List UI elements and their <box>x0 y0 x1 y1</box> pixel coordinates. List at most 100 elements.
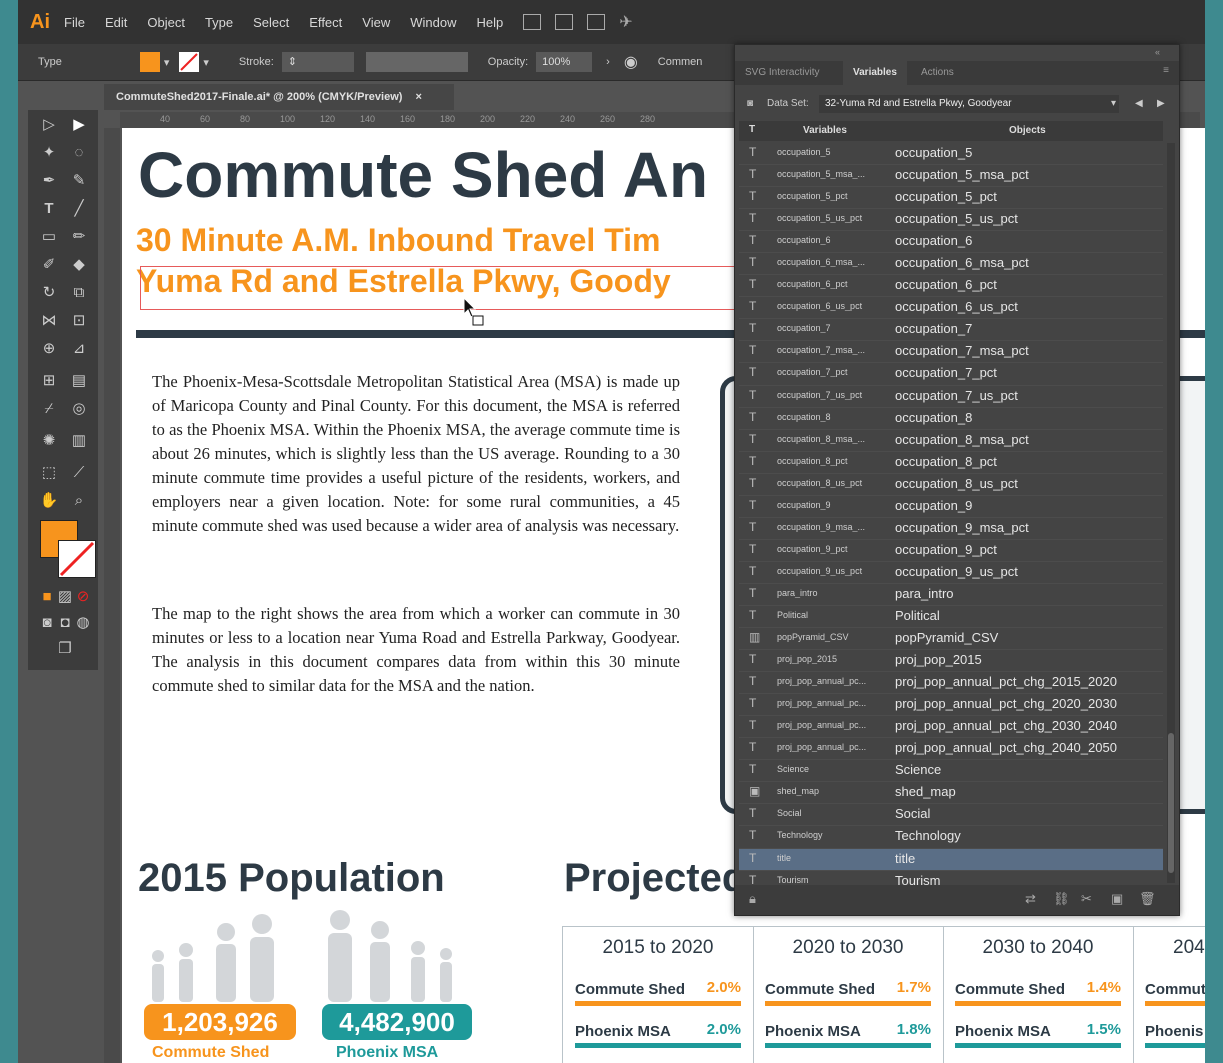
variable-row[interactable]: Tpara_intro para_intro <box>739 584 1163 606</box>
fill-dropdown-icon[interactable]: ▾ <box>164 56 170 69</box>
mesh-tool-icon[interactable]: ⊞ <box>36 368 62 394</box>
variable-row[interactable]: Toccupation_9_msa_... occupation_9_msa_pc… <box>739 518 1163 540</box>
menu-edit[interactable]: Edit <box>105 15 127 30</box>
variable-row[interactable]: T Technology Technology <box>739 826 1163 849</box>
capture-dataset-icon[interactable]: ◙ <box>747 91 753 117</box>
variable-row[interactable]: Toccupation_7_pct occupation_7_pct <box>739 363 1163 386</box>
paintbrush-tool-icon[interactable]: ✏ <box>66 224 92 250</box>
variable-row[interactable]: Toccupation_5 occupation_5 <box>739 143 1163 166</box>
type-tool-icon[interactable]: T <box>36 196 62 222</box>
menu-window[interactable]: Window <box>410 15 456 30</box>
zoom-tool-icon[interactable]: ⌕ <box>66 488 92 514</box>
objects-column-header[interactable]: Objects <box>1009 125 1046 136</box>
menu-file[interactable]: File <box>64 15 85 30</box>
eraser-tool-icon[interactable]: ◆ <box>66 252 92 278</box>
delete-variable-icon[interactable]: 🗑︎ <box>1139 891 1156 907</box>
opacity-field[interactable]: 100% <box>536 52 593 72</box>
eyedropper-tool-icon[interactable]: ⌿ <box>36 396 62 422</box>
stroke-color-swatch[interactable] <box>58 540 96 578</box>
close-tab-icon[interactable]: × <box>416 91 422 103</box>
document-tab[interactable]: CommuteShed2017-Finale.ai* @ 200% (CMYK/… <box>104 84 454 110</box>
symbol-sprayer-tool-icon[interactable]: ✺ <box>36 428 62 454</box>
variable-row[interactable]: Tproj_pop_annual_pc... proj_pop_annual_pc… <box>739 716 1163 739</box>
tab-variables[interactable]: Variables <box>843 61 907 85</box>
scale-tool-icon[interactable]: ⧉ <box>66 280 92 306</box>
variable-row[interactable]: Toccupation_6_us_pct occupation_6_us_pct <box>739 297 1163 320</box>
lock-icon[interactable]: 🔒︎ <box>749 891 756 907</box>
variable-row[interactable]: T Political Political <box>739 606 1163 629</box>
fill-swatch[interactable] <box>139 52 160 72</box>
variables-scrollbar[interactable] <box>1167 143 1175 883</box>
none-mode-icon[interactable]: ⊘ <box>70 584 96 610</box>
lasso-tool-icon[interactable]: ◌ <box>66 140 92 166</box>
screen-mode-icon[interactable]: ❐ <box>52 636 78 662</box>
previous-dataset-icon[interactable]: ◀ <box>1135 91 1143 117</box>
rectangle-tool-icon[interactable]: ▭ <box>36 224 62 250</box>
variable-row[interactable]: Toccupation_6_pct occupation_6_pct <box>739 275 1163 298</box>
variable-row[interactable]: Toccupation_5_pct occupation_5_pct <box>739 187 1163 210</box>
dataset-dropdown-icon[interactable]: ▾ <box>1111 91 1116 117</box>
stock-icon[interactable] <box>555 14 574 30</box>
direct-selection-tool-icon[interactable]: ▷ <box>36 112 62 138</box>
variables-column-header[interactable]: Variables <box>803 125 847 136</box>
document-subtitle-line1[interactable]: 30 Minute A.M. Inbound Travel Tim <box>136 222 661 259</box>
bridge-icon[interactable] <box>523 14 542 30</box>
draw-inside-icon[interactable]: ◍ <box>70 610 96 636</box>
variable-width-profile[interactable] <box>365 52 468 72</box>
panel-menu-icon[interactable]: ≡ <box>1163 65 1169 76</box>
variable-row[interactable]: Tproj_pop_annual_pc... proj_pop_annual_pc… <box>739 672 1163 695</box>
bind-icon[interactable]: ⛓ <box>1053 891 1070 907</box>
variable-row[interactable]: Ttitle title <box>739 848 1163 871</box>
stroke-swatch[interactable] <box>179 52 200 72</box>
gradient-tool-icon[interactable]: ▤ <box>66 368 92 394</box>
new-variable-icon[interactable]: ▣ <box>1111 891 1123 907</box>
variable-row[interactable]: ▥ popPyramid_CSV popPyramid_CSV <box>739 628 1163 651</box>
dataset-select[interactable]: 32-Yuma Rd and Estrella Pkwy, Goodyear <box>819 95 1119 113</box>
map-paragraph[interactable]: The map to the right shows the area from… <box>152 602 680 698</box>
curvature-tool-icon[interactable]: ✎ <box>66 168 92 194</box>
variable-row[interactable]: Toccupation_9_us_pct occupation_9_us_pct <box>739 562 1163 584</box>
column-graph-tool-icon[interactable]: ▥ <box>66 428 92 454</box>
tab-actions[interactable]: Actions <box>911 61 964 85</box>
variable-row[interactable]: Toccupation_5_msa_... occupation_5_msa_pc… <box>739 165 1163 188</box>
collapse-panel-icon[interactable]: « <box>1155 47 1160 57</box>
selection-tool-icon[interactable]: ▶ <box>66 112 92 138</box>
variable-row[interactable]: Toccupation_9 occupation_9 <box>739 496 1163 518</box>
magic-wand-tool-icon[interactable]: ✦ <box>36 140 62 166</box>
variable-row[interactable]: T Social Social <box>739 804 1163 827</box>
opacity-chevron-icon[interactable]: › <box>606 56 610 68</box>
variable-row[interactable]: Toccupation_9_pct occupation_9_pct <box>739 540 1163 562</box>
blend-tool-icon[interactable]: ◎ <box>66 396 92 422</box>
variable-row[interactable]: Tproj_pop_annual_pc... proj_pop_annual_pc… <box>739 694 1163 717</box>
unbind-icon[interactable]: ✂ <box>1081 891 1092 907</box>
document-title[interactable]: Commute Shed An <box>138 138 708 212</box>
menu-object[interactable]: Object <box>147 15 185 30</box>
variable-row[interactable]: Toccupation_8_pct occupation_8_pct <box>739 452 1163 474</box>
variable-row[interactable]: Toccupation_7_us_pct occupation_7_us_pct <box>739 386 1163 408</box>
menu-effect[interactable]: Effect <box>309 15 342 30</box>
artboard-tool-icon[interactable]: ⬚ <box>36 460 62 486</box>
variable-row[interactable]: ▣ shed_map shed_map <box>739 782 1163 805</box>
variable-row[interactable]: Toccupation_7 occupation_7 <box>739 319 1163 342</box>
make-dynamic-icon[interactable]: ⇄ <box>1025 891 1036 907</box>
variable-row[interactable]: Toccupation_8_us_pct occupation_8_us_pct <box>739 474 1163 496</box>
stroke-dropdown-icon[interactable]: ▾ <box>203 56 209 69</box>
text-selection-box[interactable] <box>140 266 742 310</box>
free-transform-tool-icon[interactable]: ⊡ <box>66 308 92 334</box>
variable-row[interactable]: Toccupation_5_us_pct occupation_5_us_pct <box>739 209 1163 232</box>
hand-tool-icon[interactable]: ✋ <box>36 488 62 514</box>
slice-tool-icon[interactable]: ⟋ <box>66 460 92 486</box>
variable-row[interactable]: Tproj_pop_2015 proj_pop_2015 <box>739 650 1163 673</box>
recolor-icon[interactable]: ◉ <box>624 52 638 72</box>
gpu-performance-icon[interactable]: ✈ <box>619 12 632 32</box>
shaper-tool-icon[interactable]: ✐ <box>36 252 62 278</box>
perspective-grid-tool-icon[interactable]: ⊿ <box>66 336 92 362</box>
line-tool-icon[interactable]: ╱ <box>66 196 92 222</box>
width-tool-icon[interactable]: ⋈ <box>36 308 62 334</box>
menu-type[interactable]: Type <box>205 15 233 30</box>
scrollbar-thumb[interactable] <box>1168 733 1174 873</box>
intro-paragraph[interactable]: The Phoenix-Mesa-Scottsdale Metropolitan… <box>152 370 680 538</box>
variable-row[interactable]: Toccupation_7_msa_... occupation_7_msa_pc… <box>739 341 1163 364</box>
variable-row[interactable]: Toccupation_6_msa_... occupation_6_msa_pc… <box>739 253 1163 276</box>
variable-row[interactable]: Tproj_pop_annual_pc... proj_pop_annual_pc… <box>739 738 1163 761</box>
